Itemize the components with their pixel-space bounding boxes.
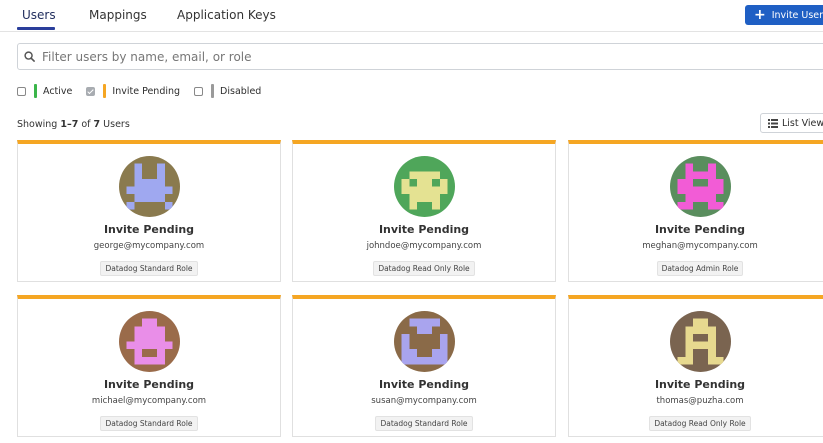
user-status: Invite Pending: [654, 223, 746, 236]
plus-icon: +: [754, 7, 766, 23]
user-status: Invite Pending: [103, 223, 195, 236]
avatar: [394, 156, 455, 217]
user-card[interactable]: Invite Pending meghan@mycompany.com Data…: [568, 140, 823, 282]
search-icon: [24, 51, 35, 62]
user-status: Invite Pending: [654, 378, 746, 391]
user-status: Invite Pending: [378, 378, 470, 391]
pixel-avatar-icon: [119, 311, 180, 372]
tab-application-keys[interactable]: Application Keys: [177, 8, 276, 22]
user-email: thomas@puzha.com: [656, 396, 744, 406]
user-email: meghan@mycompany.com: [642, 241, 758, 251]
filter-active-label: Active: [43, 85, 73, 97]
pixel-avatar-icon: [394, 311, 455, 372]
user-email: michael@mycompany.com: [91, 396, 207, 406]
disabled-color-bar: [211, 84, 215, 98]
active-color-bar: [34, 84, 37, 98]
filter-disabled-label: Disabled: [220, 85, 262, 97]
invite-users-button[interactable]: + Invite Users: [745, 5, 823, 25]
results-prefix: Showing: [17, 119, 61, 130]
invite-pending-checkbox[interactable]: [86, 86, 96, 96]
filter-active[interactable]: Active: [17, 84, 72, 98]
status-filters: Active Invite Pending Disabled: [17, 84, 275, 98]
results-count: Showing 1–7 of 7 Users: [17, 119, 130, 130]
tab-bar: Users Mappings Application Keys + Invite…: [0, 0, 823, 32]
user-card[interactable]: Invite Pending johndoe@mycompany.com Dat…: [292, 140, 556, 282]
invite-users-label: Invite Users: [771, 9, 823, 21]
pixel-avatar-icon: [394, 156, 455, 217]
avatar: [394, 311, 455, 372]
role-badge: Datadog Admin Role: [656, 261, 744, 276]
active-tab-indicator: [17, 27, 55, 30]
list-icon: [768, 118, 778, 128]
avatar: [670, 311, 731, 372]
user-email: susan@mycompany.com: [371, 396, 477, 406]
role-badge: Datadog Standard Role: [375, 416, 473, 431]
pixel-avatar-icon: [670, 311, 731, 372]
user-card[interactable]: Invite Pending george@mycompany.com Data…: [17, 140, 281, 282]
results-range: 1–7: [60, 119, 79, 130]
user-card[interactable]: Invite Pending susan@mycompany.com Datad…: [292, 295, 556, 437]
search-box: [17, 43, 823, 70]
user-status: Invite Pending: [103, 378, 195, 391]
filter-invite-pending-label: Invite Pending: [112, 85, 181, 97]
pixel-avatar-icon: [670, 156, 731, 217]
role-badge: Datadog Read Only Role: [649, 416, 751, 431]
user-status: Invite Pending: [378, 223, 470, 236]
avatar: [119, 156, 180, 217]
user-card[interactable]: Invite Pending thomas@puzha.com Datadog …: [568, 295, 823, 437]
user-card[interactable]: Invite Pending michael@mycompany.com Dat…: [17, 295, 281, 437]
avatar: [670, 156, 731, 217]
role-badge: Datadog Standard Role: [100, 261, 198, 276]
tab-users[interactable]: Users: [22, 8, 56, 22]
filter-invite-pending[interactable]: Invite Pending: [86, 84, 180, 98]
role-badge: Datadog Standard Role: [100, 416, 198, 431]
list-view-label: List View: [782, 117, 823, 129]
active-checkbox[interactable]: [17, 86, 26, 96]
results-middle: of: [78, 119, 94, 130]
invite-pending-color-bar: [103, 84, 107, 98]
pixel-avatar-icon: [119, 156, 180, 217]
list-view-button[interactable]: List View: [760, 113, 823, 133]
search-input[interactable]: [40, 48, 804, 65]
role-badge: Datadog Read Only Role: [373, 261, 475, 276]
user-email: george@mycompany.com: [93, 241, 205, 251]
user-email: johndoe@mycompany.com: [366, 241, 482, 251]
results-suffix: Users: [100, 119, 130, 130]
disabled-checkbox[interactable]: [194, 86, 204, 96]
tab-mappings[interactable]: Mappings: [89, 8, 147, 22]
filter-disabled[interactable]: Disabled: [194, 84, 261, 98]
avatar: [119, 311, 180, 372]
